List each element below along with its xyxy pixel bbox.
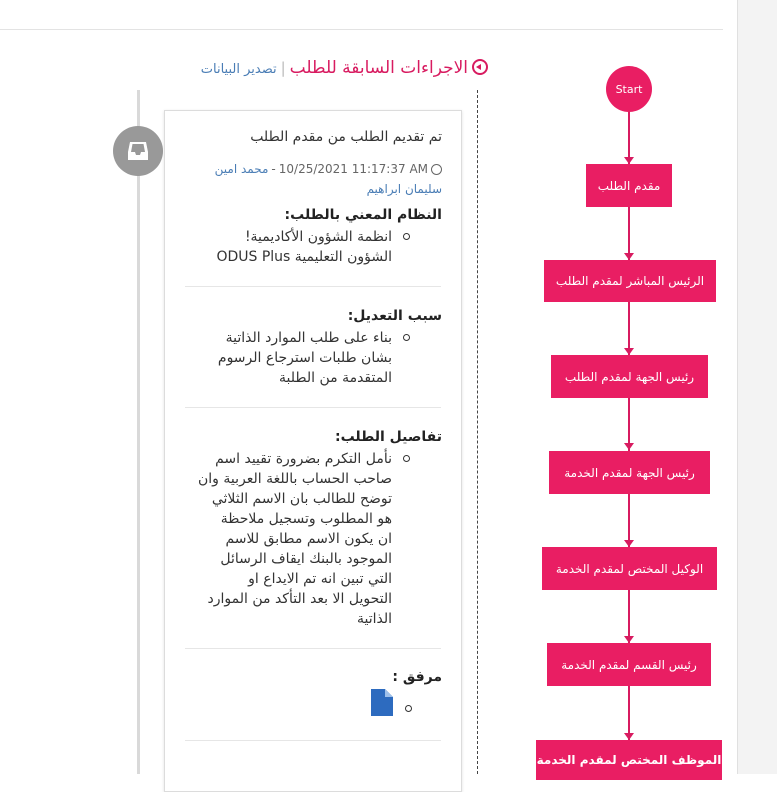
divider	[185, 286, 441, 287]
flow-arrow	[624, 157, 634, 164]
flow-start-node: Start	[606, 66, 652, 112]
list-item: نأمل التكرم بضرورة تقييد اسم صاحب الحساب …	[182, 449, 410, 629]
file-icon[interactable]	[371, 689, 393, 716]
export-data-link[interactable]: تصدير البيانات	[201, 62, 277, 77]
scrollbar-track[interactable]	[737, 0, 777, 774]
request-action-card: تم تقديم الطلب من مقدم الطلب 10/25/2021 …	[164, 110, 462, 792]
circle-arrow-icon	[472, 58, 488, 75]
action-datetime: 10/25/2021 11:17:37 AM	[278, 162, 428, 176]
flow-node-provider-dept-head: رئيس القسم لمقدم الخدمة	[547, 643, 711, 686]
flow-node-provider-agent: الوكيل المختص لمقدم الخدمة	[542, 547, 717, 590]
list-item: بناء على طلب الموارد الذاتية بشان طلبات ا…	[182, 328, 410, 388]
flow-node-provider-entity-head: رئيس الجهة لمقدم الخدمة	[549, 451, 710, 494]
inbox-icon	[113, 126, 163, 176]
timeline-line	[137, 90, 140, 774]
section-system: النظام المعني بالطلب: انظمة الشؤون الأكا…	[182, 207, 442, 267]
details-list: نأمل التكرم بضرورة تقييد اسم صاحب الحساب …	[182, 449, 442, 629]
section-details: تفاصيل الطلب: نأمل التكرم بضرورة تقييد ا…	[182, 429, 442, 629]
section-title-details: تفاصيل الطلب:	[334, 429, 442, 445]
card-meta: 10/25/2021 11:17:37 AM-محمد امين سليمان …	[190, 159, 442, 199]
panel-divider	[477, 90, 478, 774]
clock-icon	[431, 164, 442, 175]
header-separator: |	[280, 59, 286, 77]
flow-node-provider-employee: الموظف المختص لمقدم الخدمة	[536, 740, 722, 780]
section-title-attachment: مرفق :	[392, 669, 442, 685]
divider	[185, 407, 441, 408]
section-attachment: مرفق :	[182, 669, 442, 685]
divider	[185, 648, 441, 649]
list-item: انظمة الشؤون الأكاديمية! الشؤون التعليمية…	[182, 227, 410, 267]
top-bar	[0, 0, 723, 30]
meta-dash: -	[271, 162, 276, 176]
reason-list: بناء على طلب الموارد الذاتية بشان طلبات ا…	[182, 328, 442, 388]
divider	[185, 740, 441, 741]
attachment-bullet	[405, 705, 412, 712]
flow-node-applicant-entity-head: رئيس الجهة لمقدم الطلب	[551, 355, 708, 398]
system-list: انظمة الشؤون الأكاديمية! الشؤون التعليمية…	[182, 227, 442, 267]
card-title: تم تقديم الطلب من مقدم الطلب	[250, 129, 442, 145]
flow-arrow	[624, 253, 634, 260]
flow-arrow	[624, 540, 634, 547]
section-reason: سبب التعديل: بناء على طلب الموارد الذاتي…	[182, 308, 442, 388]
flow-arrow	[624, 348, 634, 355]
flow-node-applicant: مقدم الطلب	[586, 164, 672, 207]
flow-arrow	[624, 733, 634, 740]
flow-arrow	[624, 443, 634, 450]
flow-arrow	[624, 636, 634, 643]
section-header: الاجراءات السابقة للطلب|تصدير البيانات	[201, 58, 488, 78]
flow-node-direct-manager: الرئيس المباشر لمقدم الطلب	[544, 260, 716, 302]
section-title-reason: سبب التعديل:	[347, 308, 442, 324]
section-title-system: النظام المعني بالطلب:	[284, 207, 442, 223]
section-title: الاجراءات السابقة للطلب	[289, 58, 468, 78]
